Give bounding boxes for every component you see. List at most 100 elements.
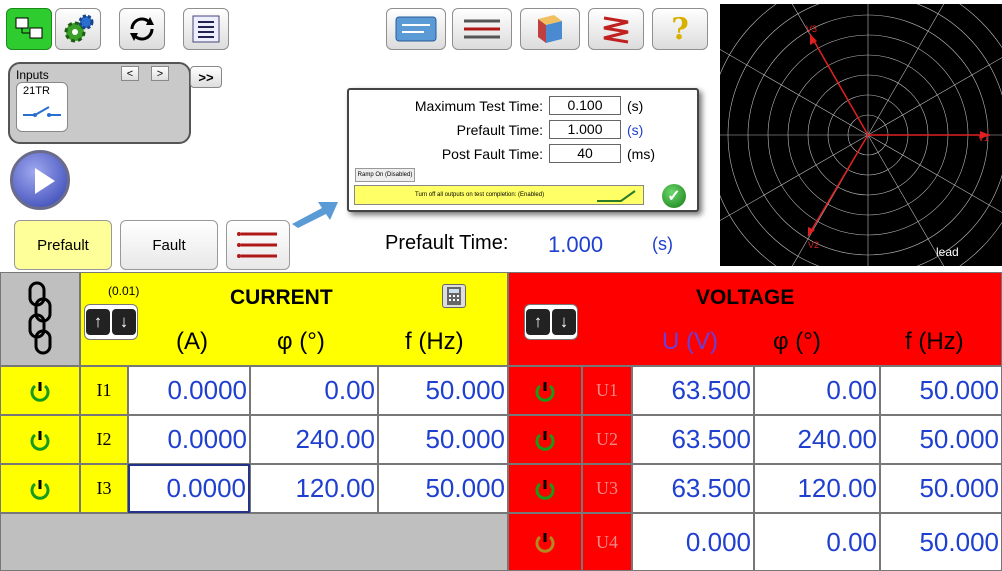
v3-label: V3 <box>806 24 817 34</box>
calculator-icon <box>447 287 461 305</box>
prefault-time-display-label: Prefault Time: <box>385 232 509 254</box>
current-calculator-button[interactable] <box>442 284 466 308</box>
voltage-col-freq: f (Hz) <box>905 328 964 355</box>
i1-amplitude-field[interactable]: 0.0000 <box>128 366 250 415</box>
i3-amplitude-field[interactable]: 0.0000 <box>128 464 250 513</box>
lead-label: lead <box>936 245 959 259</box>
inputs-label: Inputs <box>16 68 49 82</box>
input-21tr-button[interactable]: 21TR <box>16 82 68 132</box>
help-button[interactable]: ? <box>652 8 708 50</box>
refresh-icon <box>130 17 154 41</box>
power-icon <box>535 479 555 500</box>
current-title: CURRENT <box>230 286 333 309</box>
control-area: Inputs < > >> 21TR Prefault Fault ? Maxi… <box>0 0 1002 270</box>
confirm-check-icon[interactable]: ✓ <box>662 184 686 208</box>
list-icon <box>237 232 277 258</box>
row-label-u2: U2 <box>582 415 632 464</box>
voltage-col-phase: φ (°) <box>773 328 821 355</box>
power-toggle-i3[interactable] <box>0 464 80 513</box>
voltage-col-amp: U (V) <box>662 328 718 355</box>
current-step-buttons[interactable]: ↑ ↓ <box>84 304 138 340</box>
row-label-u4: U4 <box>582 513 632 571</box>
module-icon <box>15 17 43 39</box>
power-toggle-u2[interactable] <box>508 415 582 464</box>
help-icon: ? <box>671 11 689 47</box>
sequence-button[interactable] <box>452 8 512 50</box>
power-toggle-u4[interactable] <box>508 513 582 571</box>
u1-phase-field[interactable]: 0.00 <box>754 366 880 415</box>
u3-phase-field[interactable]: 120.00 <box>754 464 880 513</box>
voltage-title: VOLTAGE <box>696 286 795 309</box>
fault-button[interactable]: Fault <box>120 220 218 270</box>
i1-frequency-field[interactable]: 50.000 <box>378 366 508 415</box>
u1-frequency-field[interactable]: 50.000 <box>880 366 1002 415</box>
row-label-i3: I3 <box>80 464 128 513</box>
link-toggle[interactable] <box>0 272 80 366</box>
sequence-icon <box>464 19 500 39</box>
u3-amplitude-field[interactable]: 63.500 <box>632 464 754 513</box>
chain-link-icon <box>28 281 52 355</box>
row-label-i2: I2 <box>80 415 128 464</box>
i2-amplitude-field[interactable]: 0.0000 <box>128 415 250 464</box>
current-col-freq: f (Hz) <box>405 328 464 355</box>
inputs-next-button[interactable]: > <box>151 66 169 81</box>
inputs-more-button[interactable]: >> <box>190 66 222 88</box>
arrow-up-icon[interactable]: ↑ <box>526 309 550 335</box>
i1-phase-field[interactable]: 0.00 <box>250 366 378 415</box>
max-test-time-field[interactable]: 0.100 <box>549 96 621 115</box>
report-icon <box>192 15 220 43</box>
play-button[interactable] <box>10 150 70 210</box>
power-toggle-u3[interactable] <box>508 464 582 513</box>
inputs-prev-button[interactable]: < <box>121 66 139 81</box>
u1-amplitude-field[interactable]: 63.500 <box>632 366 754 415</box>
test-time-popup: Maximum Test Time: 0.100 (s) Prefault Ti… <box>347 88 699 212</box>
arrow-down-icon[interactable]: ↓ <box>112 309 136 335</box>
power-icon <box>535 381 555 402</box>
power-icon <box>535 533 555 553</box>
document-button[interactable] <box>520 8 580 50</box>
phasor-diagram: V3 V1 V2 lead <box>720 4 1002 266</box>
u2-phase-field[interactable]: 240.00 <box>754 415 880 464</box>
power-icon <box>30 381 50 402</box>
arrow-up-icon[interactable]: ↑ <box>86 309 110 335</box>
ramp-icon <box>603 16 629 44</box>
refresh-button[interactable] <box>119 8 165 50</box>
input-21tr-label: 21TR <box>23 85 50 97</box>
i3-frequency-field[interactable]: 50.000 <box>378 464 508 513</box>
u2-frequency-field[interactable]: 50.000 <box>880 415 1002 464</box>
power-toggle-i1[interactable] <box>0 366 80 415</box>
u4-amplitude-field[interactable]: 0.000 <box>632 513 754 571</box>
power-toggle-u1[interactable] <box>508 366 582 415</box>
current-col-phase: φ (°) <box>277 328 325 355</box>
voltage-step-buttons[interactable]: ↑ ↓ <box>524 304 578 340</box>
post-fault-time-label: Post Fault Time: <box>441 145 543 162</box>
prefault-button[interactable]: Prefault <box>14 220 112 270</box>
arrow-icon <box>292 202 338 228</box>
u4-frequency-field[interactable]: 50.000 <box>880 513 1002 571</box>
module-button[interactable] <box>6 8 52 50</box>
settings-button[interactable] <box>55 8 101 50</box>
u2-amplitude-field[interactable]: 63.500 <box>632 415 754 464</box>
power-icon <box>30 430 50 451</box>
i2-frequency-field[interactable]: 50.000 <box>378 415 508 464</box>
prefault-time-unit: (s) <box>627 121 644 138</box>
arrow-down-icon[interactable]: ↓ <box>552 309 576 335</box>
turnoff-outputs-toggle[interactable]: Turn off all outputs on test completion:… <box>354 185 644 205</box>
post-fault-time-field[interactable]: 40 <box>549 144 621 163</box>
document-icon <box>538 15 562 43</box>
u4-phase-field[interactable]: 0.00 <box>754 513 880 571</box>
report-button[interactable] <box>183 8 229 50</box>
i2-phase-field[interactable]: 240.00 <box>250 415 378 464</box>
max-test-time-label: Maximum Test Time: <box>414 97 543 114</box>
sequence-list-button[interactable] <box>226 220 290 270</box>
current-empty-row <box>0 513 508 571</box>
ramp-button[interactable] <box>588 8 644 50</box>
power-icon <box>535 430 555 451</box>
u3-frequency-field[interactable]: 50.000 <box>880 464 1002 513</box>
ramp-toggle-button[interactable]: Ramp On (Disabled) <box>355 168 415 182</box>
test-view-button[interactable] <box>386 8 446 50</box>
i3-phase-field[interactable]: 120.00 <box>250 464 378 513</box>
prefault-time-field[interactable]: 1.000 <box>549 120 621 139</box>
row-label-u1: U1 <box>582 366 632 415</box>
power-toggle-i2[interactable] <box>0 415 80 464</box>
